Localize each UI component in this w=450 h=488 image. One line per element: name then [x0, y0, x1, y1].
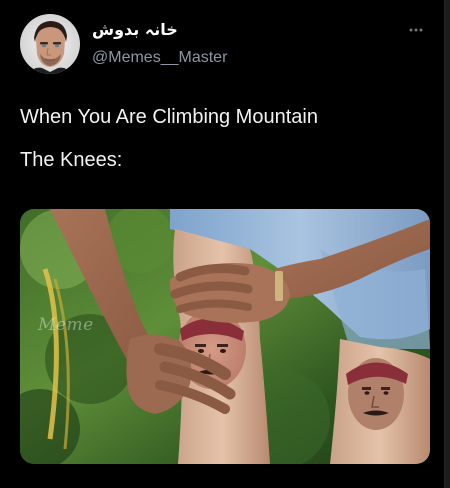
- tweet-text: When You Are Climbing Mountain The Knees…: [20, 104, 420, 190]
- more-options-button[interactable]: [402, 20, 430, 40]
- image-watermark: Meme: [38, 315, 94, 335]
- meme-photo: [20, 209, 430, 464]
- tweet-media-image[interactable]: Meme: [20, 209, 430, 464]
- display-name[interactable]: خانہ بدوش: [92, 20, 227, 40]
- avatar[interactable]: [20, 14, 80, 74]
- scrollbar-thumb[interactable]: [444, 0, 450, 488]
- tweet-text-line-1: When You Are Climbing Mountain: [20, 106, 318, 128]
- tweet-text-line-2: The Knees:: [20, 149, 123, 171]
- scrollbar-track[interactable]: [444, 0, 450, 488]
- user-handle[interactable]: @Memes__Master: [92, 48, 227, 68]
- author-names: خانہ بدوش @Memes__Master: [92, 20, 227, 68]
- ellipsis-icon: [409, 28, 423, 32]
- tweet-header: خانہ بدوش @Memes__Master: [20, 14, 430, 78]
- profile-photo-icon: [20, 14, 80, 74]
